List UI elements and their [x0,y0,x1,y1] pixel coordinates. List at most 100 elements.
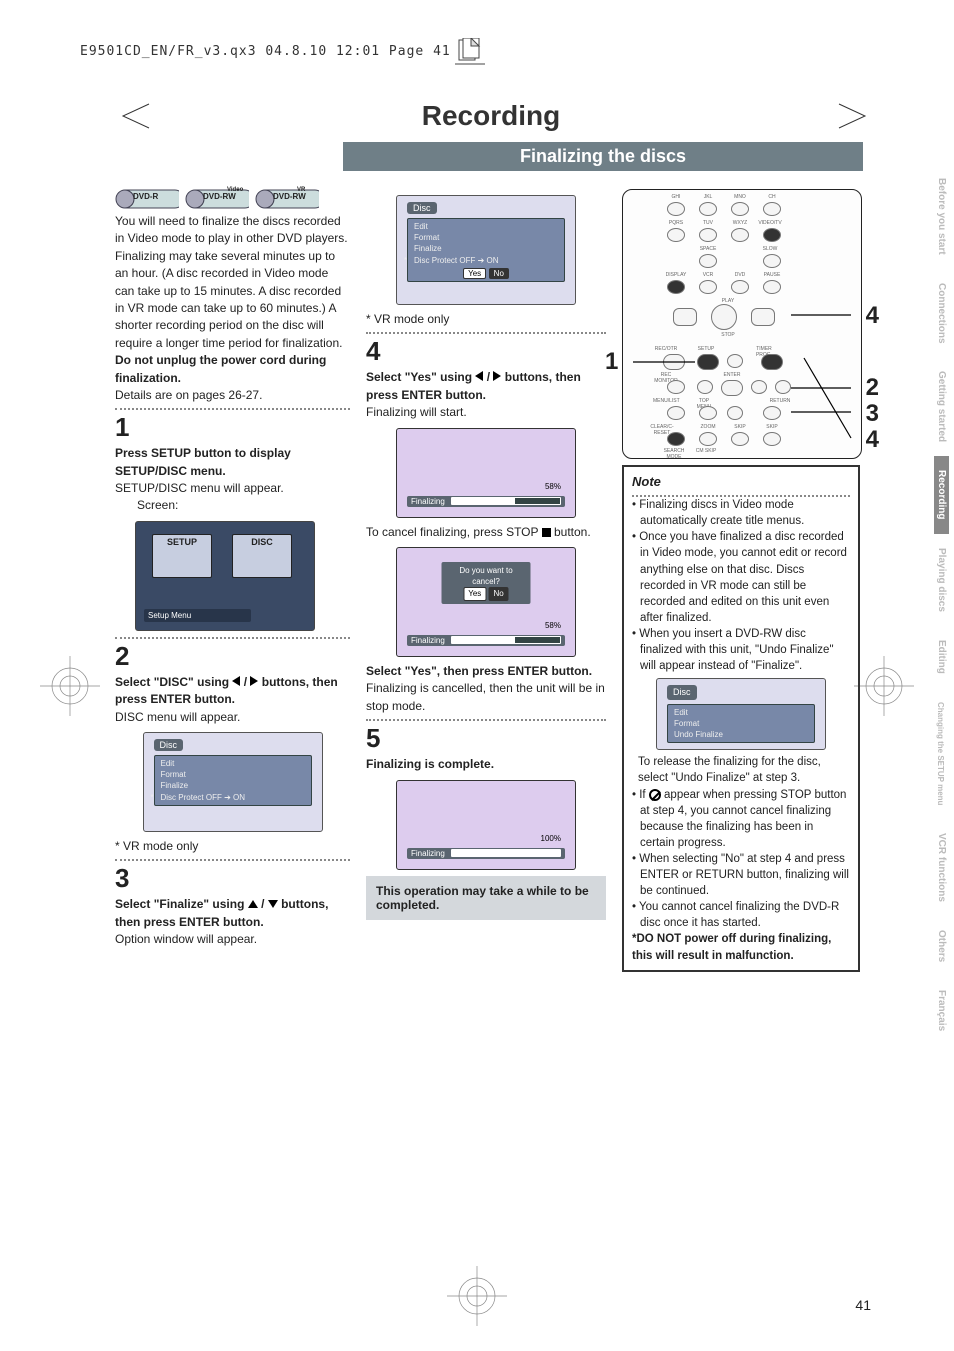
chevron-left-icon [115,102,151,133]
yes-no-row: Yes No [412,268,560,279]
intro-p3: Do not unplug the power cord during fina… [115,352,350,387]
step4-heading: Select "Yes" using / buttons, then press… [366,369,606,404]
step1-heading: Press SETUP button to display SETUP/DISC… [115,445,350,480]
prohibit-icon [649,789,661,801]
note-box: Note • Finalizing discs in Video mode au… [622,465,860,972]
tab-setup-menu: Changing the SETUP menu [934,688,947,819]
stop-icon [542,528,551,537]
cancel-text: To cancel finalizing, press STOP button. [366,524,606,541]
intro-p4: Details are on pages 26-27. [115,387,350,404]
select-yes-heading: Select "Yes", then press ENTER button. [366,663,606,680]
setup-disc-screen: SETUP DISC Setup Menu [135,521,315,631]
cancel-message: Do you want to cancel? Yes No [442,562,531,604]
finalizing-progress-screen: 58% Finalizing [396,428,576,518]
disc-menu-screen: Disc Edit Format Finalize *Disc Protect … [143,732,323,832]
menu-format: Format [672,718,810,729]
step-divider [366,719,606,721]
step3-heading: Select "Finalize" using / buttons, then … [115,896,350,931]
page-number: 41 [855,1297,871,1313]
step3-sub: Option window will appear. [115,931,350,948]
step-divider [115,859,350,861]
tab-francais: Français [934,976,949,1045]
note-b6: • You cannot cancel finalizing the DVD-R… [632,899,850,931]
menu-finalize: Finalize [159,780,307,791]
step-divider [366,332,606,334]
remote-callout-4a: 4 [866,302,879,330]
note-b7: *DO NOT power off during finalizing, thi… [632,931,850,963]
intro-p1: You will need to finalize the discs reco… [115,213,350,248]
tab-vcr-functions: VCR functions [934,819,949,916]
step1-number: 1 [115,412,350,443]
step2-number: 2 [115,641,350,672]
select-yes-sub: Finalizing is cancelled, then the unit w… [366,680,606,715]
undo-finalize-screen: Disc Edit Format Undo Finalize [656,678,826,750]
step2-sub: DISC menu will appear. [115,709,350,726]
remote-diagram: GHIJKLMNOCH PQRSTUVWXYZVIDEO/TV SPACESLO… [622,189,862,459]
menu-format: Format [412,232,560,243]
step5-heading: Finalizing is complete. [366,756,606,773]
note-heading: Note [632,473,850,491]
dvd-rw-vr-badge: DVD-RWVR [255,189,319,209]
step4-number: 4 [366,336,606,367]
remote-callout-1: 1 [605,348,618,376]
cancel-dialog-screen: Do you want to cancel? Yes No 58% Finali… [396,547,576,657]
tab-editing: Editing [934,626,949,688]
menu-protect: *Disc Protect OFF ➔ ON [412,255,560,266]
step2-footnote: * VR mode only [115,838,350,855]
menu-finalize: Finalize [412,243,560,254]
progress-pct: 100% [541,834,561,843]
finalizing-complete-screen: 100% Finalizing [396,780,576,870]
finalize-option-screen: Disc Edit Format Finalize *Disc Protect … [396,195,576,305]
note-b5: • When selecting "No" at step 4 and pres… [632,851,850,899]
disc-menu-title: Disc [407,202,437,214]
progress-pct: 58% [545,621,561,630]
menu-edit: Edit [412,221,560,232]
wait-callout: This operation may take a while to be co… [366,876,606,920]
setup-caption: Setup Menu [144,609,251,622]
yes-option: Yes [463,268,486,279]
setup-tile: SETUP [152,534,212,578]
no-option: No [489,268,509,279]
tab-before-you-start: Before you start [934,164,949,269]
dvd-rw-video-badge: DVD-RWVideo [185,189,249,209]
note-b3: • When you insert a DVD-RW disc finalize… [632,626,850,674]
menu-format: Format [159,769,307,780]
menu-undo-finalize: Undo Finalize [672,729,810,740]
step-divider [115,637,350,639]
dvd-r-badge: DVD-R [115,189,179,209]
tab-playing-discs: Playing discs [934,534,949,626]
note-b4: • If appear when pressing STOP button at… [632,787,850,851]
menu-edit: Edit [159,758,307,769]
step4-sub: Finalizing will start. [366,404,606,421]
disc-tile: DISC [232,534,292,578]
page-title: Recording [115,100,867,132]
step2-heading: Select "DISC" using / buttons, then pres… [115,674,350,709]
print-job-header: E9501CD_EN/FR_v3.qx3 04.8.10 12:01 Page … [80,44,451,59]
print-page-icon [455,38,485,65]
progress-label: Finalizing [411,636,445,645]
disc-menu-title: Disc [667,685,697,700]
yes-option: Yes [463,587,486,600]
remote-callout-2: 2 [866,374,879,402]
disc-menu-title: Disc [154,739,184,751]
step3-number: 3 [115,863,350,894]
note-b1: • Finalizing discs in Video mode automat… [632,497,850,529]
progress-pct: 58% [545,482,561,491]
progress-label: Finalizing [411,849,445,858]
note-b2: • Once you have finalized a disc recorde… [632,529,850,626]
remote-callout-3: 3 [866,400,879,428]
center-footnote: * VR mode only [366,311,606,328]
note-after1: To release the finalizing for the disc, … [638,754,850,786]
intro-p2: Finalizing may take several minutes up t… [115,248,350,352]
remote-callout-4b: 4 [866,426,879,454]
tab-getting-started: Getting started [934,357,949,456]
progress-label: Finalizing [411,497,445,506]
disc-type-badges: DVD-R DVD-RWVideo DVD-RWVR [115,189,350,209]
tab-recording: Recording [934,456,949,533]
chevron-right-icon [837,102,873,133]
step-divider [115,408,350,410]
section-subtitle: Finalizing the discs [343,142,863,171]
step5-number: 5 [366,723,606,754]
step1-screen-label: Screen: [137,497,350,514]
tab-connections: Connections [934,269,949,358]
